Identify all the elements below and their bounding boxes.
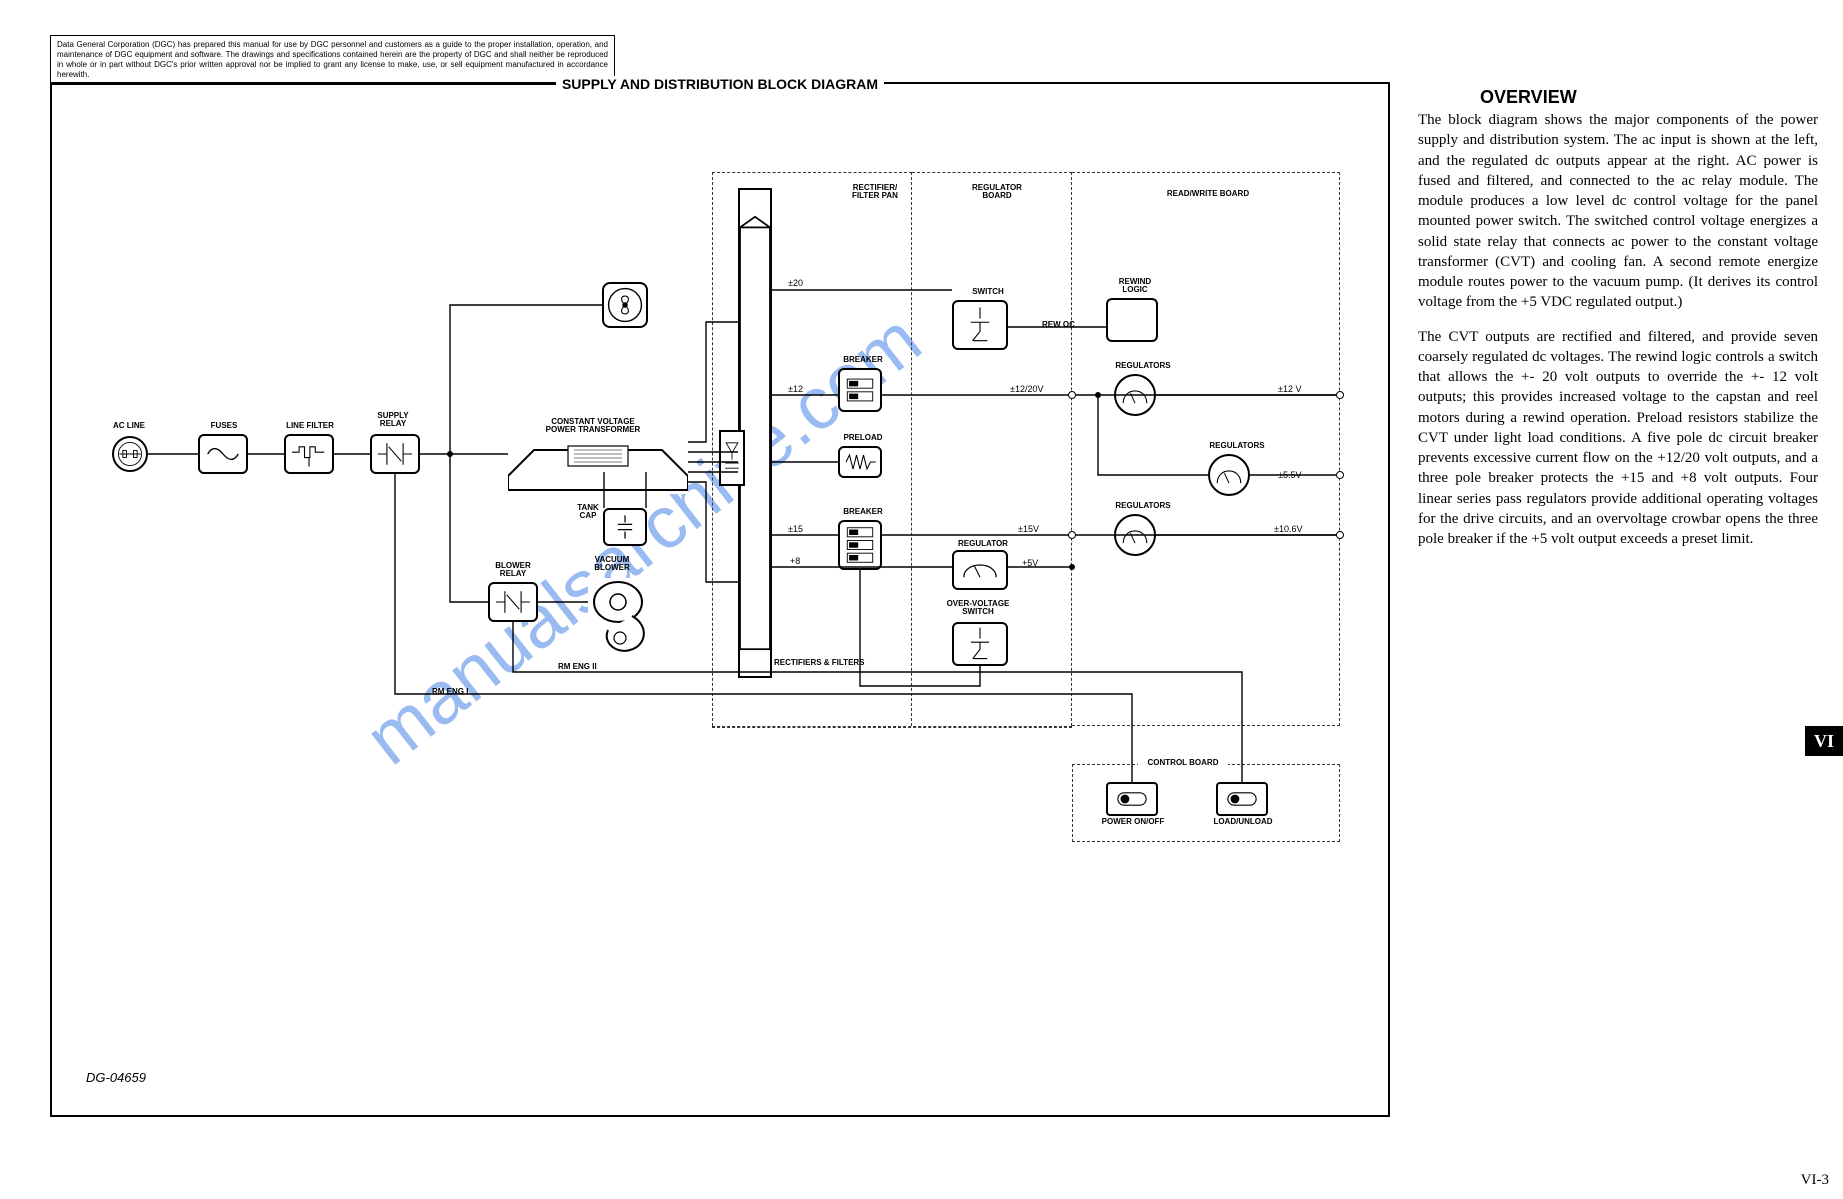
terminal <box>1336 531 1344 539</box>
overview-para-1: The block diagram shows the major compon… <box>1418 110 1818 313</box>
legal-notice: Data General Corporation (DGC) has prepa… <box>50 35 615 85</box>
overview-para-2: The CVT outputs are rectified and filter… <box>1418 327 1818 550</box>
terminal <box>1068 391 1076 399</box>
terminal <box>1336 471 1344 479</box>
diagram-frame: SUPPLY AND DISTRIBUTION BLOCK DIAGRAM DG… <box>50 82 1390 1117</box>
section-tab: VI <box>1805 726 1843 756</box>
node <box>1095 392 1101 398</box>
terminal <box>1336 391 1344 399</box>
diagram-canvas: manualsarchive.com RECTIFIER/ FILTER PAN… <box>98 162 1348 842</box>
overview-text: The block diagram shows the major compon… <box>1418 110 1818 563</box>
node <box>447 451 453 457</box>
node <box>1069 564 1075 570</box>
page-number: VI-3 <box>1801 1172 1829 1189</box>
diagram-title: SUPPLY AND DISTRIBUTION BLOCK DIAGRAM <box>556 76 884 92</box>
doc-id: DG-04659 <box>86 1070 146 1085</box>
overview-title: OVERVIEW <box>1480 87 1577 108</box>
terminal <box>1068 531 1076 539</box>
